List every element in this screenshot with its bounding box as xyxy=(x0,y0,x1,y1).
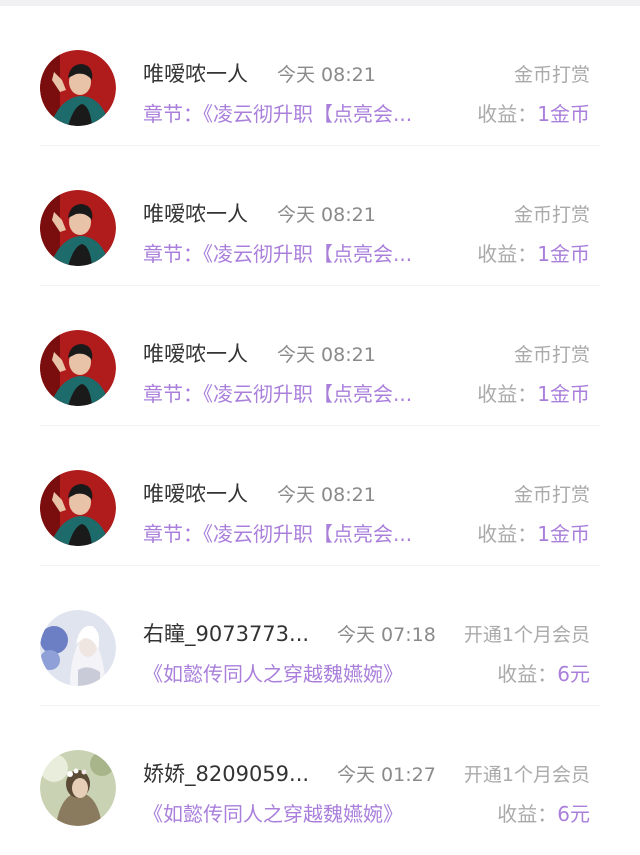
user-name: 右瞳_9073773... xyxy=(143,622,310,646)
avatar-man-red-bg-icon[interactable] xyxy=(40,330,116,406)
record-row[interactable]: 唯嗳哝一人 今天 08:21 金币打赏 章节：《凌云彻升职【点亮会... 收益：… xyxy=(0,286,640,426)
income-value: 1金币 xyxy=(537,522,590,546)
chapter-link[interactable]: 章节：《凌云彻升职【点亮会... xyxy=(143,238,465,267)
record-type: 金币打赏 xyxy=(513,344,590,366)
record-type: 金币打赏 xyxy=(513,484,590,506)
record-time: 今天 08:21 xyxy=(277,64,376,86)
record-type: 金币打赏 xyxy=(513,64,590,86)
record-time: 今天 08:21 xyxy=(277,344,376,366)
book-link[interactable]: 《如懿传同人之穿越魏嬿婉》 xyxy=(143,798,443,827)
user-name: 唯嗳哝一人 xyxy=(143,202,248,226)
record-time: 今天 07:18 xyxy=(337,624,436,646)
income-label: 收益： xyxy=(477,382,538,406)
income-amount: 收益：1金币 xyxy=(477,98,590,127)
user-name: 唯嗳哝一人 xyxy=(143,62,248,86)
record-row[interactable]: 娇娇_8209059... 今天 01:27 开通1个月会员 《如懿传同人之穿越… xyxy=(0,706,640,846)
chapter-link[interactable]: 章节：《凌云彻升职【点亮会... xyxy=(143,98,465,127)
record-time: 今天 08:21 xyxy=(277,484,376,506)
book-link[interactable]: 《如懿传同人之穿越魏嬿婉》 xyxy=(143,658,443,687)
income-label: 收益： xyxy=(477,522,538,546)
avatar-man-red-bg-icon[interactable] xyxy=(40,190,116,266)
income-label: 收益： xyxy=(497,802,558,826)
income-amount: 收益：6元 xyxy=(497,798,590,827)
record-type: 金币打赏 xyxy=(513,204,590,226)
income-amount: 收益：1金币 xyxy=(477,238,590,267)
income-record-list: 唯嗳哝一人 今天 08:21 金币打赏 章节：《凌云彻升职【点亮会... 收益：… xyxy=(0,6,640,846)
record-type: 开通1个月会员 xyxy=(463,764,590,786)
record-time: 今天 01:27 xyxy=(337,764,436,786)
avatar-man-red-bg-icon[interactable] xyxy=(40,50,116,126)
chapter-link[interactable]: 章节：《凌云彻升职【点亮会... xyxy=(143,518,465,547)
income-amount: 收益：1金币 xyxy=(477,518,590,547)
record-row[interactable]: 右瞳_9073773... 今天 07:18 开通1个月会员 《如懿传同人之穿越… xyxy=(0,566,640,706)
user-name: 唯嗳哝一人 xyxy=(143,482,248,506)
income-label: 收益： xyxy=(497,662,558,686)
record-row[interactable]: 唯嗳哝一人 今天 08:21 金币打赏 章节：《凌云彻升职【点亮会... 收益：… xyxy=(0,146,640,286)
avatar-girl-garden-icon[interactable] xyxy=(40,750,116,826)
avatar-man-red-bg-icon[interactable] xyxy=(40,470,116,546)
income-label: 收益： xyxy=(477,242,538,266)
user-name: 娇娇_8209059... xyxy=(143,762,310,786)
income-amount: 收益：6元 xyxy=(497,658,590,687)
avatar-white-hair-flowers-icon[interactable] xyxy=(40,610,116,686)
income-value: 1金币 xyxy=(537,382,590,406)
income-amount: 收益：1金币 xyxy=(477,378,590,407)
income-value: 1金币 xyxy=(537,102,590,126)
record-row[interactable]: 唯嗳哝一人 今天 08:21 金币打赏 章节：《凌云彻升职【点亮会... 收益：… xyxy=(0,426,640,566)
record-type: 开通1个月会员 xyxy=(463,624,590,646)
income-value: 6元 xyxy=(557,662,590,686)
income-value: 6元 xyxy=(557,802,590,826)
income-value: 1金币 xyxy=(537,242,590,266)
record-time: 今天 08:21 xyxy=(277,204,376,226)
chapter-link[interactable]: 章节：《凌云彻升职【点亮会... xyxy=(143,378,465,407)
record-row[interactable]: 唯嗳哝一人 今天 08:21 金币打赏 章节：《凌云彻升职【点亮会... 收益：… xyxy=(0,6,640,146)
user-name: 唯嗳哝一人 xyxy=(143,342,248,366)
income-label: 收益： xyxy=(477,102,538,126)
